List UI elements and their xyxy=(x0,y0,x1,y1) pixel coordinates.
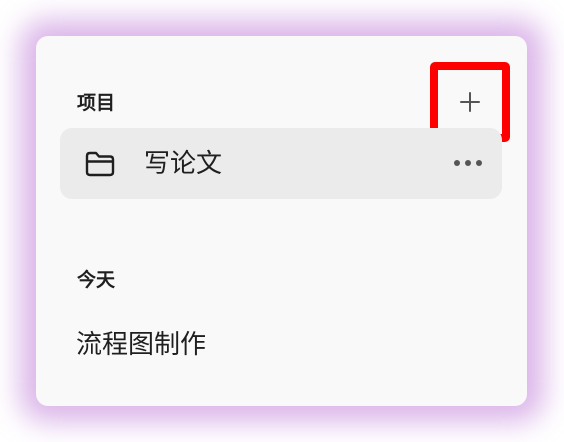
today-item-flowchart[interactable]: 流程图制作 xyxy=(76,330,206,360)
today-section-header: 今天 xyxy=(77,269,116,291)
project-more-button[interactable] xyxy=(446,148,490,178)
screen: 项目 写论文 今天 流程图制作 xyxy=(0,0,564,442)
sidebar-panel: 项目 写论文 今天 流程图制作 xyxy=(36,36,527,406)
projects-section-header: 项目 xyxy=(77,92,116,114)
folder-icon xyxy=(85,151,115,177)
plus-icon xyxy=(460,92,480,112)
project-item-write-paper[interactable]: 写论文 xyxy=(60,128,502,199)
more-horizontal-icon xyxy=(454,160,482,166)
add-project-button[interactable] xyxy=(452,84,488,120)
project-item-label: 写论文 xyxy=(144,149,223,179)
